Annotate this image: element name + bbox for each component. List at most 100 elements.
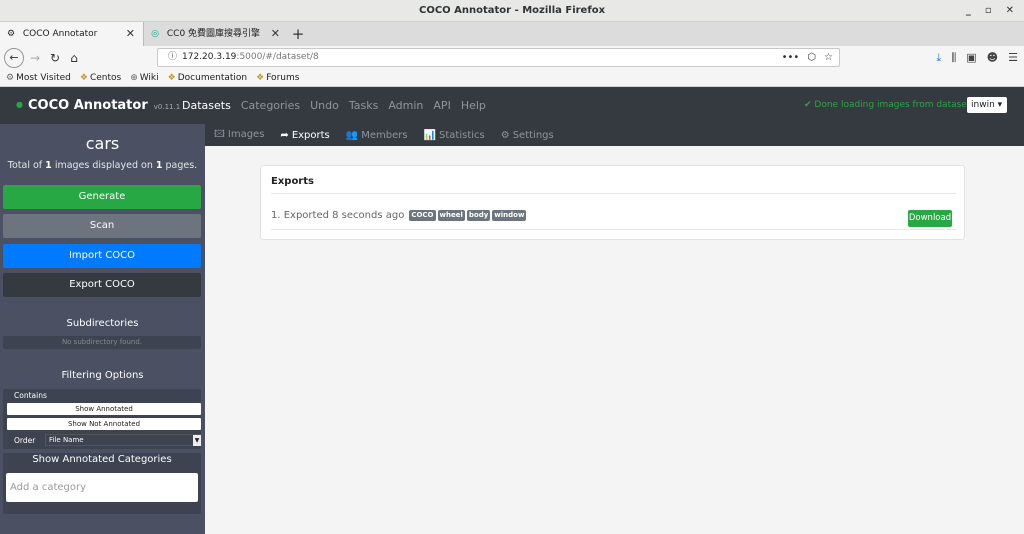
new-tab-button[interactable]: + <box>290 22 306 46</box>
brand[interactable]: ● COCO Annotator v0.11.1 <box>16 87 180 125</box>
bookmark-forums[interactable]: ❖ Forums <box>256 73 299 83</box>
tab-label: CC0 免費圖庫搜尋引擎 <box>166 29 261 39</box>
info-icon[interactable]: ⓘ <box>168 49 177 66</box>
order-select[interactable]: File Name ▼ <box>45 434 202 446</box>
centos-icon: ❖ <box>79 73 88 83</box>
users-icon: 👥 <box>345 129 359 141</box>
add-category-input[interactable] <box>6 473 198 502</box>
globe-icon: ⊕ <box>130 73 138 83</box>
tab-bar: ⚙ COCO Annotator ✕ ◎ CC0 免費圖庫搜尋引擎 ✕ <box>0 22 1024 46</box>
page-actions-icon[interactable]: ••• <box>782 49 800 66</box>
user-dropdown[interactable]: inwin ▾ <box>967 97 1007 113</box>
window-titlebar: COCO Annotator - Mozilla Firefox _ ▫ ✕ <box>0 0 1024 22</box>
reload-button[interactable]: ↻ <box>48 48 62 68</box>
bookmark-most-visited[interactable]: ⚙ Most Visited <box>6 73 71 83</box>
export-coco-button[interactable]: Export COCO <box>3 273 201 297</box>
bar-chart-icon: 📊 <box>423 129 437 141</box>
minimize-button[interactable]: _ <box>966 0 971 22</box>
menu-help[interactable]: Help <box>461 99 486 112</box>
downloads-icon[interactable]: ⤓ <box>936 48 941 68</box>
download-button[interactable]: Download <box>908 210 952 227</box>
show-not-annotated-option[interactable]: Show Not Annotated <box>7 418 201 430</box>
centos-icon: ❖ <box>256 73 265 83</box>
divider <box>271 193 956 194</box>
divider <box>271 229 956 230</box>
scan-button[interactable]: Scan <box>3 214 201 238</box>
tab-label: COCO Annotator <box>22 29 98 39</box>
tab-exports[interactable]: ➦ Exports <box>280 130 329 141</box>
categories-heading: Show Annotated Categories <box>32 454 172 465</box>
bookmarks-bar: ⚙ Most Visited ❖ Centos ⊕ Wiki ❖ Documentati… <box>0 70 1024 87</box>
menu-undo[interactable]: Undo <box>310 99 339 112</box>
exports-heading: Exports <box>271 176 314 187</box>
image-count-text: Total of 1 images displayed on 1 pages. <box>7 160 198 171</box>
export-item: 1. Exported 8 seconds ago COCO wheel bod… <box>271 210 527 221</box>
tab-coco-annotator[interactable]: ⚙ COCO Annotator ✕ <box>0 22 144 46</box>
forward-button[interactable]: → <box>28 48 42 68</box>
show-annotated-option[interactable]: Show Annotated <box>7 403 201 415</box>
tab-members[interactable]: 👥 Members <box>346 130 408 141</box>
url-text[interactable]: 172.20.3.19:5000/#/dataset/8 <box>182 49 319 66</box>
share-icon: ➦ <box>280 129 289 141</box>
dataset-subnav: 🖾 Images ➦ Exports 👥 Members 📊 Statistics ⚙ S… <box>205 124 1024 146</box>
bookmark-star-icon[interactable]: ☆ <box>824 49 833 66</box>
tag-badge: wheel <box>437 210 465 221</box>
image-icon: 🖾 <box>214 128 225 140</box>
export-item-text: 1. Exported 8 seconds ago <box>271 210 405 221</box>
app-navbar: ● COCO Annotator v0.11.1 Datasets Categori… <box>0 87 1024 124</box>
filtering-heading: Filtering Options <box>61 370 144 381</box>
gear-icon: ⚙ <box>6 73 15 83</box>
tab-images[interactable]: 🖾 Images <box>214 127 264 144</box>
filter-options: Contains Show Annotated Show Not Annotat… <box>3 389 202 449</box>
order-label: Order <box>14 436 36 445</box>
exports-card: Exports 1. Exported 8 seconds ago COCO w… <box>260 165 965 240</box>
reload-icon: ↻ <box>49 51 61 65</box>
forward-arrow-icon: → <box>29 51 41 65</box>
nav-bar: ← → ↻ ⌂ ⓘ 172.20.3.19:5000/#/dataset/8 •… <box>0 46 1024 70</box>
maximize-button[interactable]: ▫ <box>985 0 992 22</box>
menu-tasks[interactable]: Tasks <box>349 99 378 112</box>
version-label: v0.11.1 <box>153 103 181 111</box>
tab-settings[interactable]: ⚙ Settings <box>501 130 554 141</box>
home-button[interactable]: ⌂ <box>67 48 81 68</box>
pocket-icon[interactable]: ⬡ <box>807 49 816 66</box>
tab-cc0[interactable]: ◎ CC0 免費圖庫搜尋引擎 ✕ <box>144 22 288 46</box>
sidebar-toggle-icon[interactable]: ▣ <box>966 48 976 68</box>
coco-favicon-icon: ⚙ <box>6 29 16 39</box>
tab-statistics[interactable]: 📊 Statistics <box>424 130 485 141</box>
categories-filter: Show Annotated Categories <box>3 453 201 514</box>
home-icon: ⌂ <box>70 51 78 65</box>
library-icon[interactable]: ⫼ <box>951 48 956 68</box>
bookmark-wiki[interactable]: ⊕ Wiki <box>130 73 158 83</box>
close-window-button[interactable]: ✕ <box>1006 0 1014 22</box>
menu-api[interactable]: API <box>433 99 450 112</box>
close-tab-icon[interactable]: ✕ <box>271 22 280 46</box>
menu-datasets[interactable]: Datasets <box>182 99 231 112</box>
dataset-title: cars <box>85 134 120 153</box>
subdirectory-list: No subdirectory found. <box>3 336 201 349</box>
bookmark-centos[interactable]: ❖ Centos <box>80 73 121 83</box>
tag-badge: window <box>492 210 527 221</box>
subdirectories-heading: Subdirectories <box>66 318 139 329</box>
chevron-down-icon: ▼ <box>193 435 201 446</box>
tag-badge: COCO <box>409 210 436 221</box>
back-button[interactable]: ← <box>4 48 24 68</box>
hamburger-menu-icon[interactable]: ☰ <box>1008 48 1018 68</box>
import-coco-button[interactable]: Import COCO <box>3 244 201 268</box>
centos-icon: ❖ <box>167 73 176 83</box>
account-icon[interactable]: ☻ <box>987 48 998 68</box>
menu-admin[interactable]: Admin <box>388 99 423 112</box>
cc0-favicon-icon: ◎ <box>151 29 159 39</box>
back-arrow-icon: ← <box>9 51 19 64</box>
url-bar[interactable]: ⓘ 172.20.3.19:5000/#/dataset/8 ••• ⬡ ☆ <box>157 48 840 67</box>
status-dot-icon: ● <box>16 100 23 109</box>
sidebar: cars Total of 1 images displayed on 1 pa… <box>0 124 205 534</box>
main-menu: Datasets Categories Undo Tasks Admin API… <box>182 87 486 123</box>
generate-button[interactable]: Generate <box>3 185 201 209</box>
main-content: Exports 1. Exported 8 seconds ago COCO w… <box>205 146 1024 534</box>
menu-categories[interactable]: Categories <box>241 99 300 112</box>
tag-badge: body <box>466 210 491 221</box>
bookmark-documentation[interactable]: ❖ Documentation <box>168 73 247 83</box>
window-title: COCO Annotator - Mozilla Firefox <box>418 5 606 16</box>
close-tab-icon[interactable]: ✕ <box>126 22 135 46</box>
